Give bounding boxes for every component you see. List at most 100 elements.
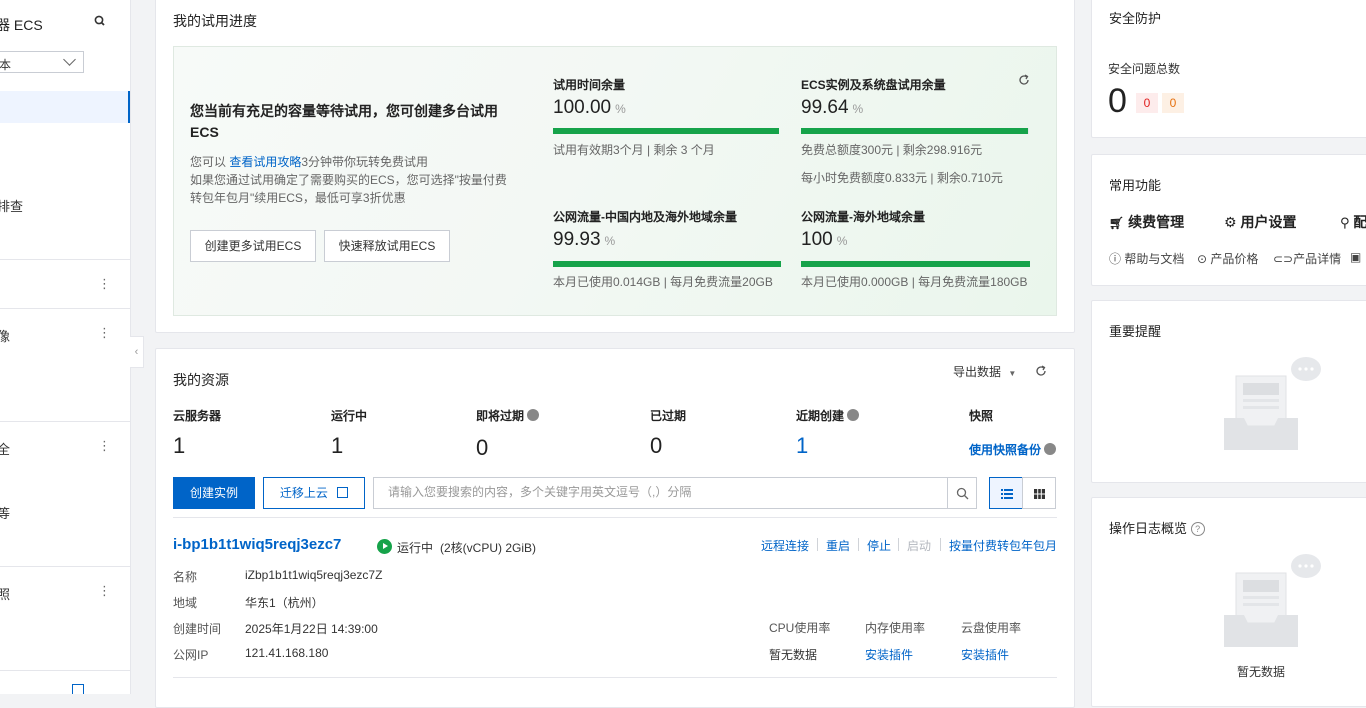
sidebar-item-troubleshoot[interactable]: 排查 [0, 196, 23, 215]
security-issue-label: 安全问题总数 [1108, 62, 1181, 76]
metric-label: 试用时间余量 [553, 78, 626, 92]
stat-label-running: 运行中 [331, 409, 368, 423]
install-plugin-link[interactable]: 安装插件 [865, 646, 913, 663]
high-risk-badge[interactable]: 0 [1136, 93, 1158, 113]
sidebar-item-overview[interactable] [0, 91, 130, 123]
renewal-management-link[interactable]: 🛒︎ 续费管理 [1109, 212, 1184, 232]
instance-search-input[interactable] [386, 484, 930, 500]
restart-link[interactable]: 重启 [826, 537, 850, 554]
more-icon[interactable]: ⋮ [98, 326, 111, 340]
user-settings-link[interactable]: ⚙ 用户设置 [1224, 212, 1296, 232]
metric-sub: 免费总额度300元 | 剩余298.916元 [801, 143, 983, 157]
help-icon[interactable] [1044, 443, 1057, 455]
empty-data-text: 暂无数据 [1237, 665, 1286, 679]
separator [858, 538, 859, 551]
pricing-link[interactable]: ⊙ 产品价格 [1197, 250, 1258, 267]
snapshot-backup-link[interactable]: 使用快照备份 [969, 441, 1057, 458]
item-label: 续费管理 [1128, 214, 1185, 230]
more-icon[interactable]: ⋮ [98, 584, 111, 598]
progress-bar [553, 128, 779, 134]
convert-billing-link[interactable]: 按量付费转包年包月 [949, 537, 1057, 554]
sidebar-item-other[interactable]: 等 [0, 503, 10, 522]
resource-group-select[interactable]: 本 [0, 51, 84, 73]
metric-label: 公网流量-中国内地及海外地域余量 [553, 210, 737, 224]
release-trial-button[interactable]: 快速释放试用ECS [324, 230, 450, 262]
gear-icon: ⚙ [1224, 214, 1237, 230]
progress-bar [553, 261, 781, 267]
functions-title: 常用功能 [1109, 178, 1162, 193]
field-label-name: 名称 [173, 570, 198, 584]
remote-connect-link[interactable]: 远程连接 [761, 537, 809, 554]
divider [173, 517, 1057, 518]
divider [0, 421, 130, 422]
field-label-created: 创建时间 [173, 622, 222, 636]
divider [0, 308, 130, 309]
stat-value-recent[interactable]: 1 [796, 433, 808, 459]
help-icon[interactable]: ? [1190, 522, 1205, 536]
export-data-dropdown[interactable]: 导出数据 ▼ [953, 363, 1016, 380]
create-more-trial-button[interactable]: 创建更多试用ECS [190, 230, 316, 262]
refresh-icon[interactable] [1035, 365, 1047, 377]
memory-usage-header: 内存使用率 [865, 621, 926, 635]
separator [940, 538, 941, 551]
divider [0, 259, 130, 260]
security-issue-total[interactable]: 0 [1108, 82, 1127, 121]
help-docs-link[interactable]: ⓘ 帮助与文档 [1109, 250, 1184, 267]
start-link[interactable]: 启动 [907, 537, 931, 554]
stat-value-expired[interactable]: 0 [650, 433, 662, 459]
desc-prefix: 您可以 [190, 155, 227, 169]
divider [0, 566, 130, 567]
desc-line3: 转包年包月"续用ECS，最低可享3折优惠 [190, 191, 406, 205]
stat-label-servers: 云服务器 [173, 409, 222, 423]
field-label-region: 地域 [173, 596, 198, 610]
create-instance-button[interactable]: 创建实例 [173, 477, 255, 509]
config-link[interactable]: ⚲ 配 [1340, 212, 1366, 232]
refresh-icon[interactable] [1018, 74, 1030, 86]
resources-section-title: 我的资源 [173, 372, 229, 388]
more-link-icon[interactable]: ▣ [1350, 250, 1361, 264]
grid-icon [1034, 489, 1045, 499]
search-button[interactable] [947, 477, 977, 509]
trial-guide-link[interactable]: 查看试用攻略 [229, 155, 301, 169]
link-label: 产品价格 [1210, 252, 1259, 266]
install-plugin-link[interactable]: 安装插件 [961, 646, 1009, 663]
help-icon[interactable] [527, 409, 540, 421]
item-label: 配 [1353, 214, 1366, 230]
empty-inbox-illustration [1224, 554, 1321, 647]
price-icon: ⊙ [1197, 252, 1208, 266]
value-unit: % [852, 102, 864, 116]
grid-view-button[interactable] [1022, 477, 1056, 509]
field-value-ip: 121.41.168.180 [245, 646, 329, 660]
sidebar-group-snapshot[interactable]: 照 [0, 584, 10, 603]
field-value-name: iZbp1b1t1wiq5reqj3ezc7Z [245, 568, 383, 582]
stat-value-expiring[interactable]: 0 [476, 435, 488, 461]
progress-bar [801, 261, 1030, 267]
stat-value-servers[interactable]: 1 [173, 433, 185, 459]
stat-value-running[interactable]: 1 [331, 433, 343, 459]
chevron-down-icon [63, 53, 76, 66]
desc-suffix: 3分钟带你玩转免费试用 [301, 155, 429, 169]
product-details-link[interactable]: ⊂⊃产品详情 [1273, 250, 1341, 267]
separator [817, 538, 818, 551]
more-icon[interactable]: ⋮ [98, 277, 111, 291]
instance-id-link[interactable]: i-bp1b1t1wiq5reqj3ezc7 [173, 536, 341, 553]
sidebar-group-image[interactable]: 像 [0, 326, 10, 345]
value-number: 99.93 [553, 229, 601, 250]
metric-sub: 试用有效期3个月 | 剩余 3 个月 [553, 143, 715, 157]
search-icon [956, 487, 969, 500]
search-icon[interactable] [93, 14, 107, 28]
stop-link[interactable]: 停止 [867, 537, 891, 554]
document-icon[interactable] [72, 684, 84, 694]
more-icon[interactable]: ⋮ [98, 439, 111, 453]
security-title: 安全防护 [1109, 11, 1162, 26]
migrate-to-cloud-button[interactable]: 迁移上云 [263, 477, 365, 509]
item-label: 用户设置 [1240, 214, 1297, 230]
sidebar-group-security[interactable]: 全 [0, 439, 10, 458]
medium-risk-badge[interactable]: 0 [1162, 93, 1184, 113]
list-view-button[interactable] [989, 477, 1023, 509]
info-icon: ⓘ [1109, 252, 1122, 266]
external-link-icon [337, 487, 349, 498]
export-label: 导出数据 [953, 365, 1002, 379]
help-icon[interactable] [847, 409, 860, 421]
collapse-sidebar-button[interactable]: ‹ [130, 336, 144, 368]
